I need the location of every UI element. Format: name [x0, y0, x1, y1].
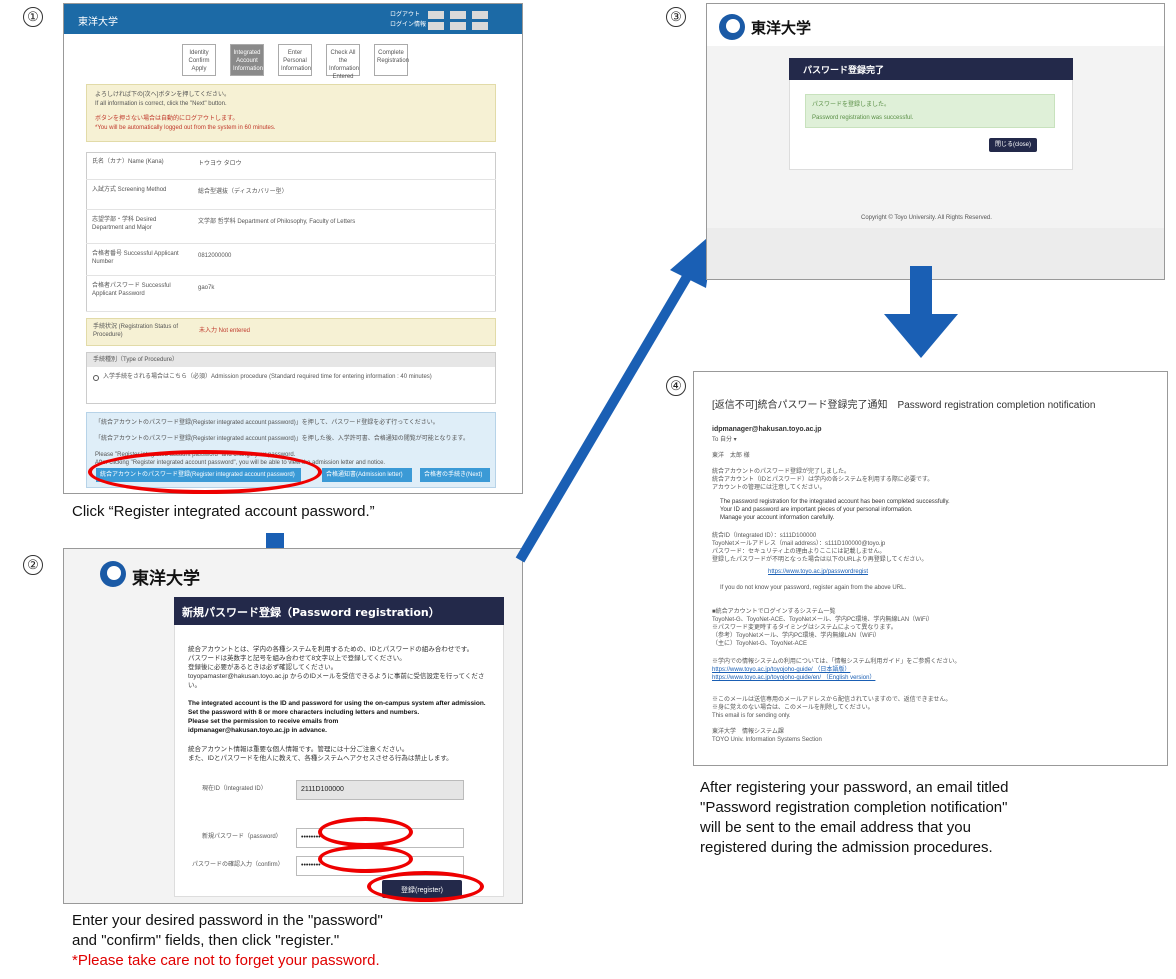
p1-header-button[interactable] — [428, 22, 444, 30]
toyo-logo-text: 東洋大学 — [751, 19, 812, 37]
p1-header-button[interactable] — [450, 22, 466, 30]
email-guide-line: ※学内での情報システムの利用については、「情報システム利用ガイド」をご参照くださ… — [712, 659, 961, 665]
arrow-down-icon — [910, 266, 932, 316]
toyo-logo-text: 東洋大学 — [132, 569, 200, 589]
email-greeting: 東洋 太郎 様 — [712, 453, 750, 459]
email-link-guide-jp[interactable]: https://www.toyo.ac.jp/toyojoho-guide/ （… — [712, 666, 850, 674]
toyo-logo: 東洋大学 — [719, 14, 839, 42]
p1-header-line-2: ログイン情報 — [390, 22, 427, 28]
p1-header-button[interactable] — [472, 22, 488, 30]
email-signature: 東洋大学 情報システム課 TOYO Univ. Information Syste… — [712, 729, 822, 743]
caption-step-1: Click “Register integrated account passw… — [72, 503, 375, 520]
password-registration-title-bar: 新規パスワード登録（Password registration） — [174, 597, 504, 625]
progress-step-active: Integrated Account Information — [230, 44, 264, 76]
table-row: 合格者パスワード Successful Applicant Password ga… — [86, 276, 496, 312]
p1-header-button[interactable] — [428, 11, 444, 19]
email-from: idpmanager@hakusan.toyo.ac.jp — [712, 426, 822, 433]
highlight-register-button — [88, 450, 322, 494]
progress-step: Check All the Information Entered — [326, 44, 360, 80]
success-message: パスワードを登録しました。 Password registration was … — [805, 94, 1055, 128]
panel-3-screenshot: 東洋大学 パスワード登録完了 パスワードを登録しました。 Password re… — [706, 3, 1165, 280]
email-id-block: 統合ID（Integrated ID）：s111D100000 ToyoNetメー… — [712, 533, 928, 563]
progress-step: Identity Confirm Apply — [182, 44, 216, 76]
email-link-guide-en[interactable]: https://www.toyo.ac.jp/toyojoho-guide/en… — [712, 674, 875, 682]
step-number-3: ③ — [666, 7, 686, 27]
p1-header-bar: 東洋大学 ログアウト ログイン情報 — [64, 4, 522, 34]
jp-intro: 統合アカウントとは、学内の各種システムを利用するための、IDとパスワードの組み合… — [188, 646, 485, 689]
toyo-logo-mark — [719, 14, 745, 40]
email-jp-body: 統合アカウントのパスワード登録が完了しました。 統合アカウント（IDとパスワード）… — [712, 469, 934, 491]
info-line: 「統合アカウントのパスワード登録(Register integrated acc… — [95, 420, 439, 426]
procedure-type-box: 手続種別（Type of Procedure） 入学手続をされる場合はこちら（必… — [86, 352, 496, 404]
radio-button[interactable] — [93, 375, 99, 381]
email-subject: [返信不可]統合パスワード登録完了通知 Password registratio… — [712, 400, 1096, 411]
caption-step-4: After registering your password, an emai… — [700, 779, 1009, 856]
p1-header-title: 東洋大学 — [78, 17, 118, 28]
arrow-down-icon — [884, 314, 958, 358]
toyo-logo-mark — [100, 561, 126, 587]
notice-box: よろしければ下の[次へ]ボタンを押してください。 If all informat… — [86, 84, 496, 142]
copyright-text: Copyright © Toyo University. All Rights … — [861, 215, 992, 221]
highlight-password-field — [318, 817, 413, 847]
admission-letter-button[interactable]: 合格通知書(Admission letter) — [322, 468, 412, 482]
close-button[interactable]: 閉じる(close) — [989, 138, 1037, 152]
caption-warning: *Please take care not to forget your pas… — [72, 952, 380, 969]
progress-step: Enter Personal Information — [278, 44, 312, 76]
step-number-2: ② — [23, 555, 43, 575]
email-footer: ※このメールは送信専用のメールアドレスから配信されていますので、返信できません。… — [712, 697, 952, 719]
procedure-type-label: 手続種別（Type of Procedure） — [93, 357, 179, 363]
progress-step: Complete Registration — [374, 44, 409, 76]
procedure-type-option: 入学手続をされる場合はこちら（必須）Admission procedure (S… — [103, 374, 432, 380]
table-row: 氏名（カナ）Name (Kana) トウヨウ タロウ — [86, 152, 496, 180]
panel-2-screenshot: 東洋大学 新規パスワード登録（Password registration） 統合… — [63, 548, 523, 904]
panel-4-email: [返信不可]統合パスワード登録完了通知 Password registratio… — [693, 371, 1168, 766]
password-registration-title: 新規パスワード登録（Password registration） — [182, 606, 440, 619]
table-row: 入試方式 Screening Method 総合型選抜（ディスカバリー型） — [86, 180, 496, 210]
en-intro: The integrated account is the ID and pas… — [188, 700, 486, 734]
toyo-logo: 東洋大学 — [100, 561, 220, 589]
integrated-id-label: 現在ID（Integrated ID） — [202, 786, 267, 792]
highlight-register-button-2 — [367, 871, 484, 902]
procedure-status-row: 手続状況 (Registration Status of Procedure) … — [86, 318, 496, 346]
table-row: 合格者番号 Successful Applicant Number 0812000… — [86, 244, 496, 276]
email-en-body: The password registration for the integr… — [720, 499, 950, 521]
confirm-label: パスワードの確認入力（confirm） — [192, 862, 284, 868]
info-line: 「統合アカウントのパスワード登録(Register integrated acc… — [95, 436, 469, 442]
completion-title: パスワード登録完了 — [803, 66, 885, 76]
step-number-1: ① — [23, 7, 43, 27]
warning-line: ボタンを押さない場合は自動的にログアウトします。 — [95, 116, 239, 122]
procedure-status-label: 手続状況 (Registration Status of Procedure) — [93, 324, 179, 338]
panel-1-screenshot: 東洋大学 ログアウト ログイン情報 Identity Confirm Apply… — [63, 3, 523, 494]
highlight-confirm-field — [318, 845, 413, 873]
p1-header-button[interactable] — [450, 11, 466, 19]
password-label: 新規パスワード（password） — [202, 834, 282, 840]
completion-title-bar: パスワード登録完了 — [789, 58, 1073, 80]
warning-line: *You will be automatically logged out fr… — [95, 125, 276, 131]
p1-header-line-1: ログアウト — [390, 12, 421, 18]
email-note: If you do not know your password, regist… — [720, 585, 907, 591]
procedure-status-value: 未入力 Not entered — [199, 328, 251, 334]
integrated-id-field: 2111D100000 — [296, 780, 464, 800]
email-to: To 自分 ▾ — [712, 437, 737, 443]
notice-line: よろしければ下の[次へ]ボタンを押してください。 — [95, 92, 230, 98]
email-system-list: ■統合アカウントでログインするシステム一覧 ToyoNet-G、ToyoNet-A… — [712, 609, 934, 647]
next-button[interactable]: 合格者の手続き(Next) — [420, 468, 490, 482]
jp-caution: 統合アカウント情報は重要な個人情報です。管理には十分ご注意ください。 また、IDと… — [188, 746, 453, 762]
notice-line: If all information is correct, click the… — [95, 101, 227, 107]
email-link-password[interactable]: https://www.toyo.ac.jp/passwordregist — [768, 568, 868, 576]
caption-step-2: Enter your desired password in the "pass… — [72, 912, 383, 969]
table-row: 志望学部・学科 Desired Department and Major 文学部 … — [86, 210, 496, 244]
p1-header-button[interactable] — [472, 11, 488, 19]
